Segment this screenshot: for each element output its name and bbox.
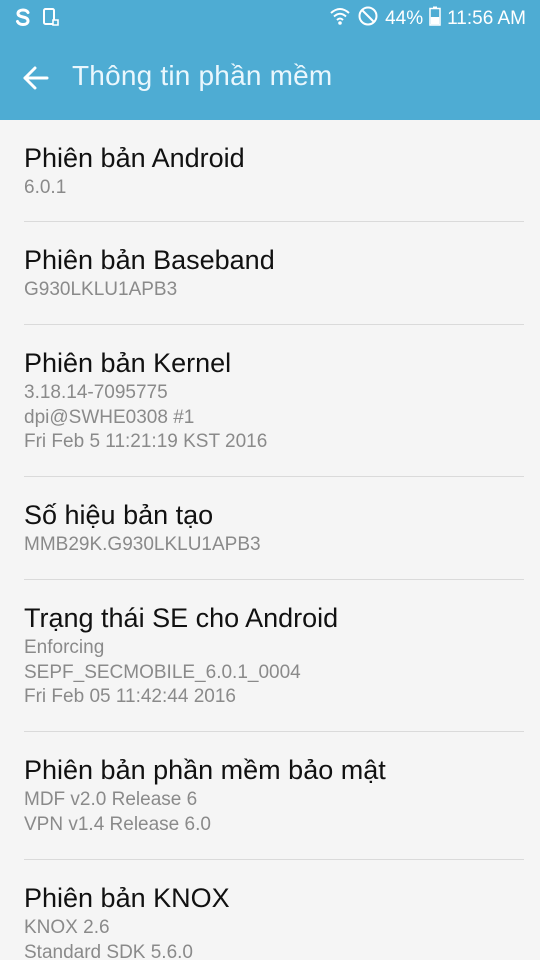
s-app-icon	[14, 7, 32, 32]
clock: 11:56 AM	[447, 8, 526, 29]
battery-percent: 44%	[385, 8, 424, 29]
item-value: Enforcing	[24, 637, 105, 658]
item-value: 6.0.1	[24, 177, 67, 198]
back-button[interactable]	[14, 58, 58, 102]
item-value: MMB29K.G930LKLU1APB3	[24, 534, 261, 555]
arrow-left-icon	[23, 66, 49, 94]
item-title: Phiên bản KNOX	[24, 883, 230, 913]
item-value: dpi@SWHE0308 #1	[24, 406, 195, 428]
list-item-build-number[interactable]: Số hiệu bản tạo MMB29K.G930LKLU1APB3	[0, 477, 540, 580]
item-value: G930LKLU1APB3	[24, 279, 178, 300]
list-item-se-status[interactable]: Trạng thái SE cho Android Enforcing SEPF…	[0, 580, 540, 732]
item-title: Phiên bản Kernel	[24, 348, 232, 378]
app-bar: Thông tin phần mềm	[0, 38, 540, 120]
page-title: Thông tin phần mềm	[72, 60, 333, 91]
no-sound-icon	[357, 5, 379, 33]
item-title: Số hiệu bản tạo	[24, 500, 214, 530]
item-value: VPN v1.4 Release 6.0	[24, 813, 211, 835]
item-value: Fri Feb 05 11:42:44 2016	[24, 686, 236, 707]
software-info-list[interactable]: Phiên bản Android 6.0.1 Phiên bản Baseba…	[0, 120, 540, 960]
list-item-android-version[interactable]: Phiên bản Android 6.0.1	[0, 120, 540, 222]
list-item-kernel-version[interactable]: Phiên bản Kernel 3.18.14-7095775 dpi@SWH…	[0, 325, 540, 477]
status-right-icons: 44% 11:56 AM	[329, 6, 526, 32]
item-value: MDF v2.0 Release 6	[24, 789, 198, 810]
item-title: Phiên bản phần mềm bảo mật	[24, 755, 386, 785]
phone-rotate-icon	[42, 7, 60, 32]
status-bar: 44% 11:56 AM	[0, 0, 540, 38]
list-item-knox-version[interactable]: Phiên bản KNOX KNOX 2.6 Standard SDK 5.6…	[0, 860, 540, 960]
item-value: KNOX 2.6	[24, 917, 110, 938]
list-item-security-software-version[interactable]: Phiên bản phần mềm bảo mật MDF v2.0 Rele…	[0, 732, 540, 860]
battery-icon	[429, 6, 441, 32]
item-value: 3.18.14-7095775	[24, 382, 168, 403]
item-title: Trạng thái SE cho Android	[24, 603, 339, 633]
status-left-icons	[14, 7, 60, 31]
list-item-baseband-version[interactable]: Phiên bản Baseband G930LKLU1APB3	[0, 222, 540, 325]
item-value: SEPF_SECMOBILE_6.0.1_0004	[24, 661, 301, 683]
item-title: Phiên bản Baseband	[24, 245, 275, 275]
item-value: Standard SDK 5.6.0	[24, 941, 193, 960]
item-title: Phiên bản Android	[24, 143, 245, 173]
wifi-icon	[329, 6, 351, 32]
item-value: Fri Feb 5 11:21:19 KST 2016	[24, 431, 268, 452]
